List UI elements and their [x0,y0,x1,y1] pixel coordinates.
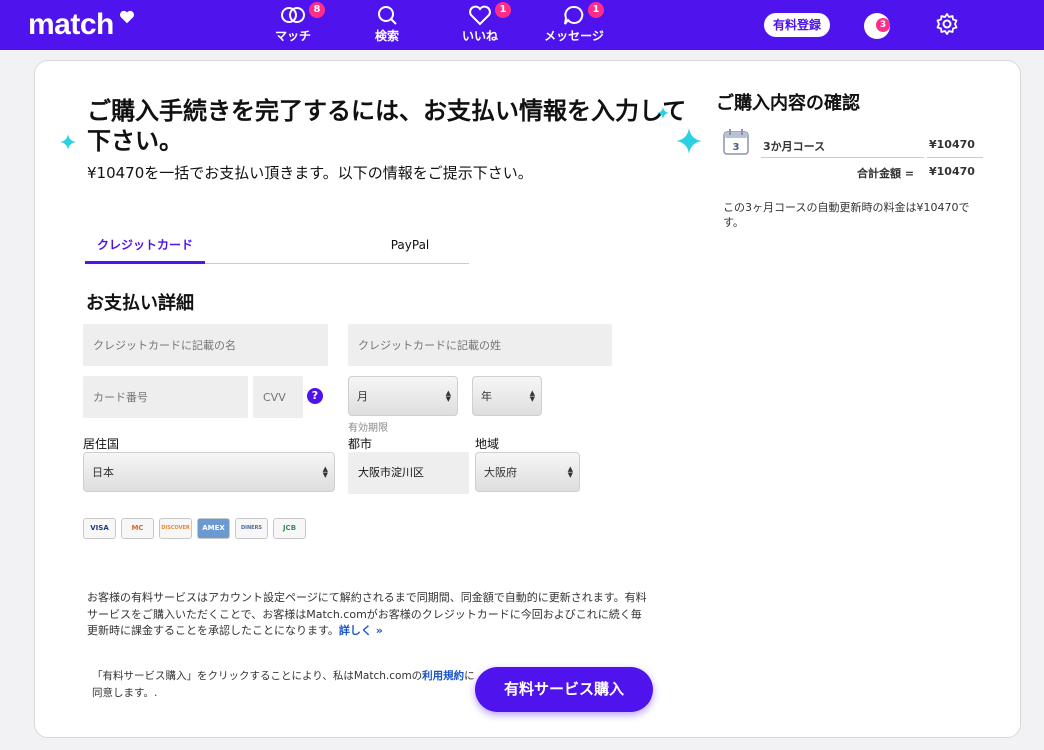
terms-agreement: 「有料サービス購入」をクリックすることにより、私はMatch.comの利用規約に… [92,668,477,702]
select-arrows-icon: ▲ ▼ [445,389,451,403]
heart-logo-icon [119,10,135,24]
select-arrows-icon: ▲ ▼ [322,465,328,479]
agree-text-before: 「有料サービス購入」をクリックすることにより、私はMatch.comの [92,670,423,682]
country-value: 日本 [92,466,114,479]
discover-icon: DISCOVER [159,518,192,539]
expiry-month-select[interactable]: 月 ▲ ▼ [348,376,458,416]
city-label: 都市 [348,437,373,451]
visa-icon: VISA [83,518,116,539]
tab-paypal[interactable]: PayPal [335,232,485,264]
expiry-year-value: 年 [481,390,492,403]
course-price: ¥10470 [929,138,975,151]
calendar-icon: 3 [723,129,749,155]
tab-credit-card[interactable]: クレジットカード [85,232,205,264]
learn-more-link[interactable]: 詳しく » [339,624,383,637]
avatar-badge: 3 [876,18,890,32]
register-button[interactable]: 有料登録 [764,13,831,37]
sparkle-icon [60,134,76,150]
calendar-number: 3 [733,142,740,153]
total-label: 合計金額 = [857,167,915,180]
select-arrows-icon: ▲ ▼ [567,465,573,479]
nav-search-label: 検索 [374,29,399,43]
payment-subheading: ¥10470を一括でお支払い頂きます。以下の情報をご提示下さい。 [87,164,533,182]
last-name-input[interactable] [348,324,612,366]
divider [761,157,924,158]
country-select[interactable]: 日本 ▲ ▼ [83,452,335,492]
total-price: ¥10470 [929,165,975,178]
renewal-note: この3ヶ月コースの自動更新時の料金は¥10470です。 [723,201,970,229]
amex-icon: AMEX [197,518,230,539]
course-name: 3か月コース [763,140,826,153]
card-number-input[interactable] [83,376,248,418]
cvv-help-icon[interactable]: ? [307,388,323,404]
region-select[interactable]: 大阪府 ▲ ▼ [475,452,580,492]
likes-badge: 1 [495,2,511,18]
first-name-input[interactable] [83,324,328,366]
select-arrows-icon: ▲ ▼ [529,389,535,403]
match-logo[interactable]: match [28,8,114,42]
message-bubble-icon [564,5,584,25]
matches-icon [281,7,305,23]
heart-icon [469,5,491,26]
gear-icon[interactable] [935,12,959,36]
country-label: 居住国 [83,437,120,451]
expiry-month-value: 月 [357,390,368,403]
divider [927,157,983,158]
region-label: 地域 [475,437,500,451]
page-title: ご購入手続きを完了するには、お支払い情報を入力して下さい。 [87,97,687,155]
cvv-input[interactable] [253,376,303,418]
nav-messages-label: メッセージ [544,29,604,43]
messages-badge: 1 [588,2,604,18]
mastercard-icon: MC [121,518,154,539]
payment-method-tabs: クレジットカード PayPal [85,232,469,264]
nav-search[interactable]: 検索 [347,4,427,44]
terms-link[interactable]: 利用規約 [422,670,464,682]
matches-badge: 8 [309,2,325,18]
diners-icon: DINERS [235,518,268,539]
payment-details-title: お支払い詳細 [86,293,194,314]
expiry-label: 有効期限 [348,423,388,434]
order-summary-title: ご購入内容の確認 [716,93,860,114]
search-icon [378,6,397,25]
jcb-icon: JCB [273,518,306,539]
top-nav-bar: match マッチ 8 検索 いいね 1 メッセージ 1 有料登録 3 [0,0,1044,50]
city-input[interactable]: 大阪市淀川区 [348,452,469,494]
auto-renewal-legal-text: お客様の有料サービスはアカウント設定ページにて解約されるまで同期間、同金額で自動… [87,590,647,640]
purchase-button[interactable]: 有料サービス購入 [475,667,653,712]
expiry-year-select[interactable]: 年 ▲ ▼ [472,376,542,416]
region-value: 大阪府 [484,466,517,479]
nav-likes-label: いいね [461,29,498,43]
nav-matches-label: マッチ [274,29,311,43]
